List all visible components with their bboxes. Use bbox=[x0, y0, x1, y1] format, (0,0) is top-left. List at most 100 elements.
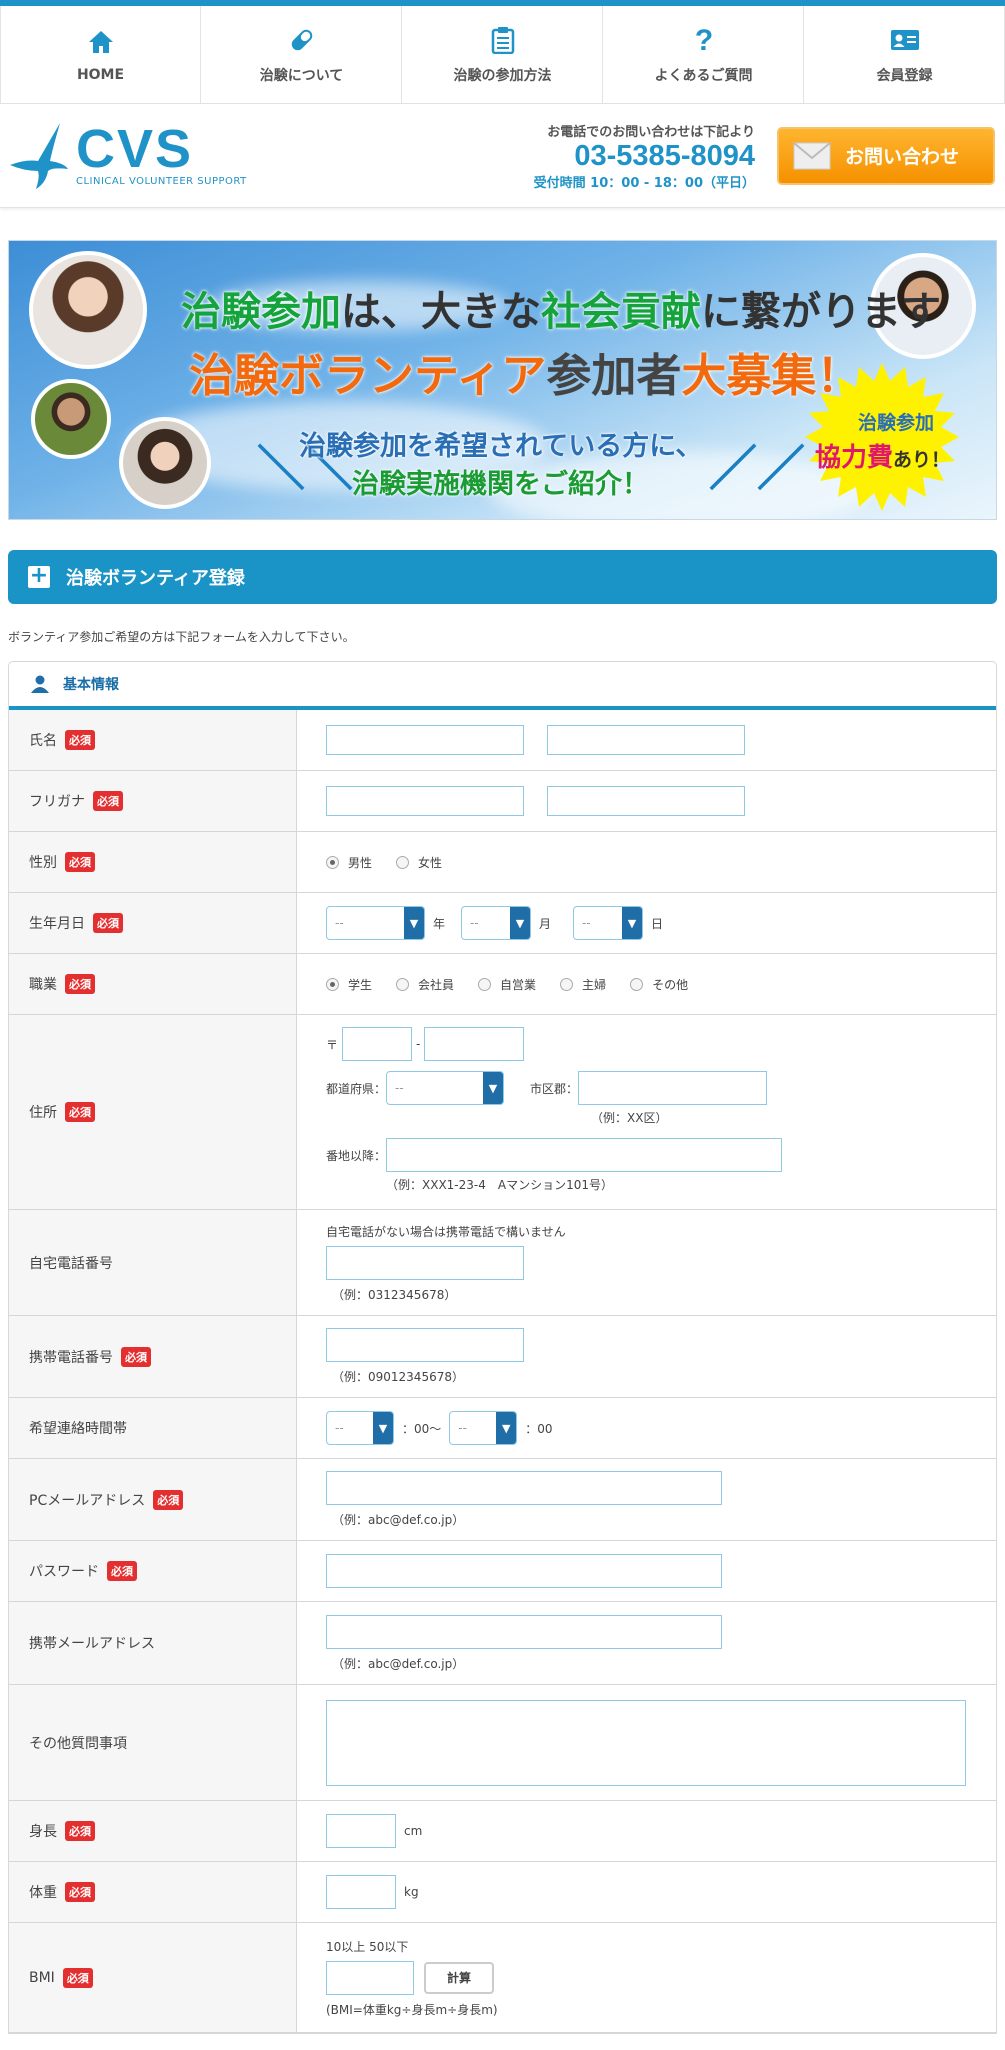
chevron-down-icon: ▼ bbox=[483, 1072, 504, 1104]
banner-recruit: 治験ボランティア参加者大募集！ bbox=[189, 349, 862, 402]
required-badge: 必須 bbox=[153, 1489, 184, 1510]
home-icon bbox=[86, 27, 116, 57]
tel-number[interactable]: 03-5385-8094 bbox=[534, 140, 755, 172]
height-input[interactable] bbox=[326, 1814, 396, 1848]
other-questions-textarea[interactable] bbox=[326, 1699, 966, 1786]
row-occupation: 職業 必須 学生 会社員 自営業 主婦 その他 bbox=[9, 954, 996, 1015]
nav-label: 治験の参加方法 bbox=[453, 67, 552, 84]
row-contact-time: 希望連絡時間帯 -- ▼ ：00〜 -- ▼ ：00 bbox=[9, 1398, 996, 1459]
row-weight: 体重 必須 kg bbox=[9, 1862, 996, 1923]
postal-code-2-input[interactable] bbox=[424, 1027, 525, 1061]
clipboard-icon bbox=[488, 25, 518, 55]
nav-home[interactable]: HOME bbox=[0, 6, 201, 103]
chevron-down-icon: ▼ bbox=[622, 907, 643, 939]
row-home-tel: 自宅電話番号 自宅電話がない場合は携帯電話で構いません （例：031234567… bbox=[9, 1210, 996, 1316]
row-bmi: BMI 必須 10以上 50以下 計算 (BMI=体重kg÷身長m÷身長m) bbox=[9, 1923, 996, 2033]
card-title: 基本情報 bbox=[63, 677, 119, 693]
card-header: 基本情報 bbox=[9, 662, 996, 710]
phone-contact: お電話でのお問い合わせは下記より 03-5385-8094 受付時間 10：00… bbox=[534, 121, 755, 191]
tel-hours: 受付時間 10：00 - 18：00（平日） bbox=[533, 175, 755, 191]
nav-how-to-join[interactable]: 治験の参加方法 bbox=[402, 6, 603, 103]
birth-month-select[interactable]: -- ▼ bbox=[461, 906, 532, 940]
bmi-input[interactable] bbox=[326, 1960, 414, 1995]
row-kana: フリガナ 必須 bbox=[9, 771, 996, 832]
gender-male-radio[interactable]: 男性 bbox=[326, 854, 372, 871]
field-label: 自宅電話番号 bbox=[9, 1210, 297, 1315]
job-employee-radio[interactable]: 会社員 bbox=[396, 976, 454, 993]
field-label: 希望連絡時間帯 bbox=[9, 1398, 297, 1458]
field-label: 体重 必須 bbox=[9, 1862, 297, 1922]
member-card-icon bbox=[890, 25, 920, 55]
job-other-radio[interactable]: その他 bbox=[630, 976, 688, 993]
plus-icon: + bbox=[28, 563, 50, 588]
required-badge: 必須 bbox=[65, 730, 95, 750]
nav-faq[interactable]: ? よくあるご質問 bbox=[603, 6, 804, 103]
street-address-input[interactable] bbox=[386, 1138, 783, 1172]
required-badge: 必須 bbox=[107, 1561, 137, 1581]
tel-note: お電話でのお問い合わせは下記より bbox=[547, 124, 755, 140]
field-label: 住所 必須 bbox=[9, 1015, 297, 1209]
banner-sub-line1: 治験参加を希望されている方に、 bbox=[299, 431, 703, 462]
chevron-down-icon: ▼ bbox=[496, 1412, 517, 1444]
registration-form: 基本情報 氏名 必須 フリガナ 必須 性別 必須 男性 女性 生年月日 必須 -- ▼ 年… bbox=[8, 661, 997, 2034]
nav-about-trials[interactable]: 治験について bbox=[201, 6, 402, 103]
nav-member-register[interactable]: 会員登録 bbox=[804, 6, 1005, 103]
gender-female-radio[interactable]: 女性 bbox=[396, 854, 442, 871]
section-header: + 治験ボランティア登録 bbox=[8, 550, 997, 604]
site-logo[interactable]: CVS CLINICAL VOLUNTEER SUPPORT bbox=[8, 121, 247, 191]
birth-day-select[interactable]: -- ▼ bbox=[573, 906, 644, 940]
prefecture-select[interactable]: -- ▼ bbox=[386, 1071, 505, 1105]
city-input[interactable] bbox=[578, 1071, 768, 1105]
user-icon bbox=[31, 675, 49, 693]
contact-from-select[interactable]: -- ▼ bbox=[326, 1411, 394, 1445]
field-label: パスワード 必須 bbox=[9, 1541, 297, 1601]
job-homemaker-radio[interactable]: 主婦 bbox=[560, 976, 606, 993]
birth-year-select[interactable]: -- ▼ bbox=[326, 906, 425, 940]
girl-photo bbox=[119, 417, 211, 509]
field-label: 携帯メールアドレス bbox=[9, 1602, 297, 1684]
logo-wordmark: CVS bbox=[76, 119, 194, 179]
row-gender: 性別 必須 男性 女性 bbox=[9, 832, 996, 893]
field-label: 携帯電話番号 必須 bbox=[9, 1316, 297, 1397]
nav-label: よくあるご質問 bbox=[654, 67, 753, 84]
inquiry-button[interactable]: お問い合わせ bbox=[777, 126, 995, 185]
contact-to-select[interactable]: -- ▼ bbox=[449, 1411, 518, 1445]
field-label: 性別 必須 bbox=[9, 832, 297, 892]
weight-input[interactable] bbox=[326, 1875, 396, 1909]
banner-sub-line2: 治験実施機関をご紹介！ bbox=[352, 469, 649, 500]
nav-label: 会員登録 bbox=[876, 67, 933, 84]
hero-banner: 治験参加は、大きな社会貢献に繋がります 治験ボランティア参加者大募集！ ＼＼ ／… bbox=[8, 240, 997, 520]
row-other-questions: その他質問事項 bbox=[9, 1685, 996, 1801]
field-label: 生年月日 必須 bbox=[9, 893, 297, 953]
mobile-tel-input[interactable] bbox=[326, 1328, 524, 1362]
mobile-mail-input[interactable] bbox=[326, 1614, 722, 1649]
calculate-bmi-button[interactable]: 計算 bbox=[424, 1961, 494, 1994]
row-pc-mail: PCメールアドレス 必須 （例：abc@def.co.jp） bbox=[9, 1459, 996, 1541]
first-name-input[interactable] bbox=[547, 725, 745, 755]
required-badge: 必須 bbox=[93, 913, 123, 933]
job-student-radio[interactable]: 学生 bbox=[326, 976, 372, 993]
password-input[interactable] bbox=[326, 1554, 722, 1588]
chevron-down-icon: ▼ bbox=[373, 1412, 393, 1444]
svg-text:?: ? bbox=[694, 26, 712, 54]
field-label: 身長 必須 bbox=[9, 1801, 297, 1861]
first-name-kana-input[interactable] bbox=[547, 786, 745, 816]
required-badge: 必須 bbox=[65, 1821, 95, 1841]
job-selfemployed-radio[interactable]: 自営業 bbox=[478, 976, 536, 993]
row-address: 住所 必須 〒 - 都道府県： -- ▼ 市区郡： （例：XX区） 番地以降： （例… bbox=[9, 1015, 996, 1210]
capsule-icon bbox=[287, 25, 317, 55]
required-badge: 必須 bbox=[121, 1346, 151, 1367]
postal-code-1-input[interactable] bbox=[342, 1027, 413, 1061]
home-tel-input[interactable] bbox=[326, 1245, 524, 1280]
last-name-input[interactable] bbox=[326, 725, 524, 755]
woman-photo bbox=[29, 251, 147, 369]
section-title: 治験ボランティア登録 bbox=[66, 568, 245, 589]
site-header: CVS CLINICAL VOLUNTEER SUPPORT お電話でのお問い合… bbox=[0, 104, 1005, 208]
pc-mail-input[interactable] bbox=[326, 1471, 722, 1505]
mail-icon bbox=[793, 141, 831, 169]
badge-text-fee: 協力費あり！ bbox=[814, 443, 950, 473]
bird-logo-icon bbox=[10, 122, 68, 189]
field-label: 職業 必須 bbox=[9, 954, 297, 1014]
last-name-kana-input[interactable] bbox=[326, 786, 524, 816]
inquiry-label: お問い合わせ bbox=[845, 146, 960, 168]
